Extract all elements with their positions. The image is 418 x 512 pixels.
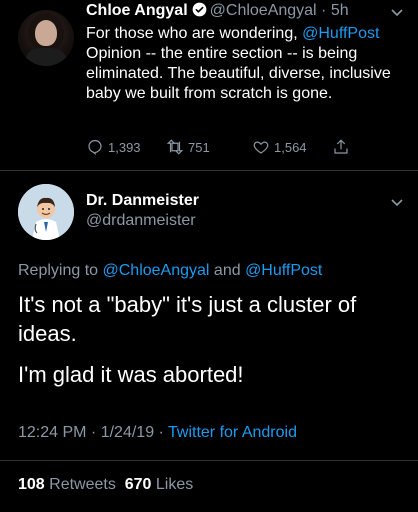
- tweet-header: Chloe Angyal @ChloeAngyal · 5h: [86, 2, 349, 20]
- tweet-meta: 12:24 PM · 1/24/19 · Twitter for Android: [18, 424, 297, 442]
- retweet-label: Retweets: [49, 476, 116, 493]
- like-total: 670: [124, 476, 152, 493]
- retweet-total: 108: [18, 476, 45, 493]
- tweet-paragraph: It's not a "baby" it's just a cluster of…: [18, 292, 357, 346]
- mention-link[interactable]: @HuffPost: [245, 262, 322, 279]
- verified-badge-icon: [192, 2, 207, 17]
- avatar-body: [26, 48, 66, 66]
- reply-count: 1,393: [108, 139, 141, 155]
- tweet-text: For those who are wondering, @HuffPost O…: [86, 24, 406, 104]
- divider: [0, 460, 418, 461]
- divider: [0, 170, 418, 171]
- tweet-text-part: Opinion -- the entire section -- is bein…: [86, 45, 391, 102]
- tweet-actions: 1,393 751 1,564: [86, 138, 406, 164]
- tweet-stats: 108 Retweets 670 Likes: [18, 476, 193, 494]
- doctor-avatar-icon: [18, 184, 74, 240]
- tweet-text: It's not a "baby" it's just a cluster of…: [18, 290, 403, 401]
- retweets-stat[interactable]: 108 Retweets: [18, 476, 116, 493]
- avatar[interactable]: [18, 184, 74, 240]
- author-handle[interactable]: @drdanmeister: [86, 212, 199, 230]
- replying-to-and: and: [209, 262, 246, 279]
- mention-link[interactable]: @ChloeAngyal: [103, 262, 210, 279]
- likes-stat[interactable]: 670 Likes: [125, 476, 194, 493]
- author-name[interactable]: Dr. Danmeister: [86, 192, 199, 210]
- share-icon: [334, 139, 348, 154]
- mention-link[interactable]: @HuffPost: [302, 25, 379, 42]
- time-separator: ·: [316, 2, 331, 19]
- reply-icon: [88, 140, 102, 156]
- like-count: 1,564: [274, 139, 307, 155]
- retweet-icon: [166, 139, 184, 155]
- heart-icon: [253, 141, 269, 154]
- avatar[interactable]: [18, 10, 74, 66]
- chevron-down-icon[interactable]: [390, 8, 404, 18]
- source-link[interactable]: Twitter for Android: [168, 424, 297, 441]
- like-button[interactable]: 1,564: [252, 138, 307, 156]
- like-label: Likes: [155, 476, 194, 493]
- replying-to: Replying to @ChloeAngyal and @HuffPost: [18, 262, 322, 280]
- share-button[interactable]: [332, 138, 350, 156]
- retweet-button[interactable]: 751: [166, 138, 210, 156]
- chevron-down-icon[interactable]: [390, 198, 404, 208]
- retweet-count: 751: [188, 139, 210, 155]
- tweet-paragraph: I'm glad it was aborted!: [18, 362, 244, 387]
- tweet-header: Dr. Danmeister @drdanmeister: [86, 192, 199, 230]
- reply-button[interactable]: 1,393: [86, 138, 141, 156]
- avatar-face: [35, 20, 57, 46]
- tweet-time[interactable]: 5h: [331, 2, 349, 19]
- author-handle[interactable]: @ChloeAngyal: [210, 2, 317, 19]
- replying-to-label: Replying to: [18, 262, 103, 279]
- tweet-text-part: For those who are wondering,: [86, 25, 303, 42]
- timestamp[interactable]: 12:24 PM · 1/24/19 ·: [18, 424, 168, 441]
- original-tweet[interactable]: Chloe Angyal @ChloeAngyal · 5h For those …: [0, 0, 418, 170]
- reply-tweet[interactable]: Dr. Danmeister @drdanmeister Replying to…: [0, 172, 418, 512]
- author-name[interactable]: Chloe Angyal: [86, 2, 188, 19]
